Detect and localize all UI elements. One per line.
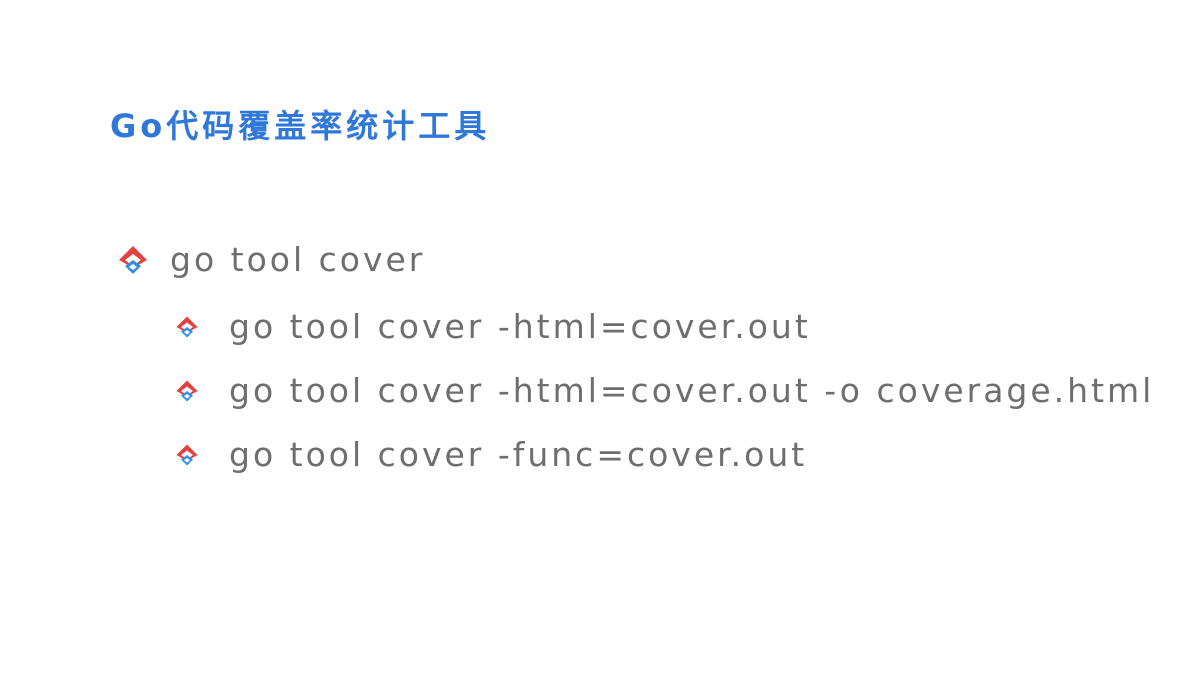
sub-bullet-item-html: go tool cover -html=cover.out (175, 305, 811, 349)
slide-title: Go代码覆盖率统计工具 (110, 107, 491, 145)
bullet-text: go tool cover (170, 240, 426, 279)
bullet-item-go-tool-cover: go tool cover (117, 238, 425, 282)
sub-bullet-text: go tool cover -html=cover.out -o coverag… (229, 371, 1155, 410)
diamond-bullet-icon (175, 443, 199, 467)
sub-bullet-text: go tool cover -func=cover.out (229, 435, 808, 474)
slide: Go代码覆盖率统计工具 go tool cover go tool cover … (0, 0, 1181, 696)
diamond-bullet-icon (117, 244, 149, 276)
sub-bullet-item-func: go tool cover -func=cover.out (175, 433, 807, 477)
diamond-bullet-icon (175, 315, 199, 339)
diamond-bullet-icon (175, 379, 199, 403)
sub-bullet-item-html-output: go tool cover -html=cover.out -o coverag… (175, 369, 1154, 413)
sub-bullet-text: go tool cover -html=cover.out (229, 307, 811, 346)
